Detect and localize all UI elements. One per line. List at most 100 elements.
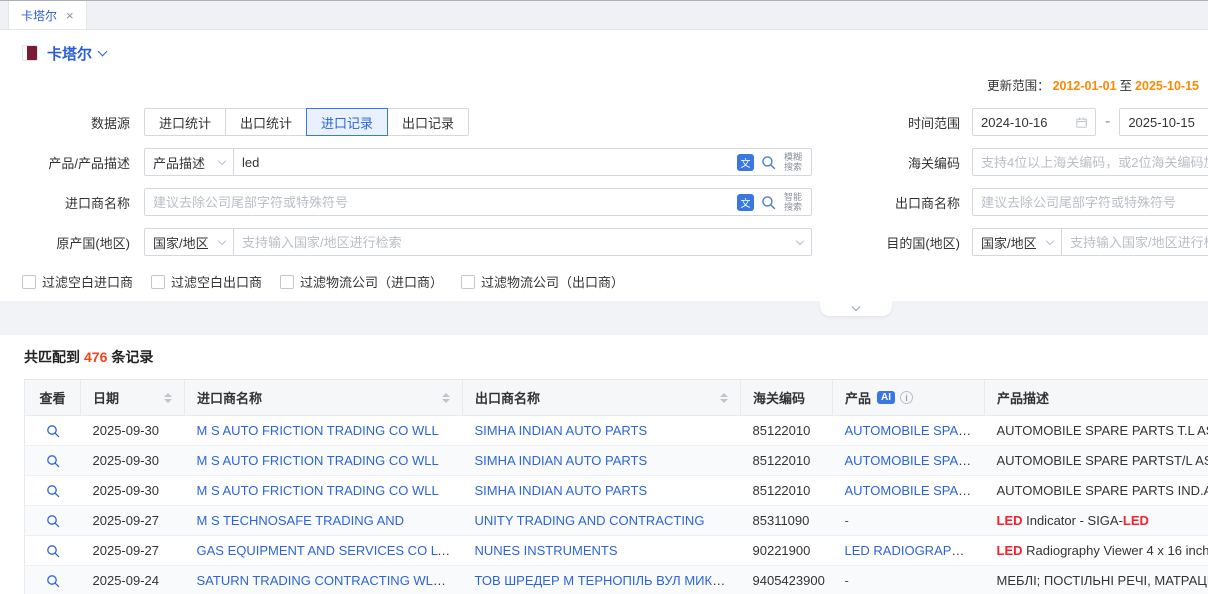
checkbox-filter-blank-importer[interactable]: 过滤空白进口商 [22,272,133,291]
translate-icon[interactable]: 文 [737,194,754,211]
hs-code-cell: 85122010 [741,476,833,506]
product-link[interactable]: LED RADIOGRAPHY VI... [845,543,985,558]
importer-link[interactable]: M S AUTO FRICTION TRADING CO WLL [197,423,439,438]
exporter-link[interactable]: ТОВ ШРЕДЕР М ТЕРНОПІЛЬ ВУЛ МИКУЛИ... [475,573,741,588]
exporter-link[interactable]: UNITY TRADING AND CONTRACTING [475,513,705,528]
importer-link[interactable]: SATURN TRADING CONTRACTING WLL BUI... [197,573,463,588]
tab-label: 卡塔尔 [21,7,57,24]
desc-cell: AUTOMOBILE SPARE PARTS IND.ASS... [985,476,1208,506]
form-row-origin: 原产国(地区) 国家/地区 目的国(地区) 国家/地区 [0,228,1208,256]
col-header-exporter: 出口商名称 [463,380,741,416]
country-chevron-down-icon[interactable] [98,46,108,56]
view-magnifier-icon[interactable] [46,514,60,528]
importer-search-input[interactable] [145,189,737,215]
date-from-input[interactable] [972,108,1096,136]
fuzzy-search-label[interactable]: 模糊搜索 [783,152,803,173]
origin-country-field [233,228,812,256]
translate-icon[interactable]: 文 [737,154,754,171]
product-cell: AUTOMOBILE SPARE P... [833,416,985,446]
sort-icons[interactable] [164,393,172,403]
view-magnifier-icon[interactable] [46,484,60,498]
smart-search-label[interactable]: 智能搜索 [783,192,803,213]
view-cell[interactable] [25,536,81,566]
view-cell[interactable] [25,416,81,446]
results-summary: 共匹配到476条记录 [24,347,1208,367]
sort-icons[interactable] [720,393,728,403]
col-label: 日期 [93,388,119,407]
hs-code-cell: 85122010 [741,446,833,476]
destination-country-select[interactable]: 国家/地区 [972,228,1062,256]
checkbox-filter-blank-exporter[interactable]: 过滤空白出口商 [151,272,262,291]
results-table: 查看 日期 进口商名称 出口商名称 海关编码 产品AIi 产品描述 [24,379,1208,594]
origin-country-select[interactable]: 国家/地区 [144,228,234,256]
view-magnifier-icon[interactable] [46,544,60,558]
date-to-input[interactable] [1119,108,1208,136]
sort-icons[interactable] [442,393,450,403]
product-label: 产品/产品描述 [0,153,144,172]
exporter-link[interactable]: SIMHA INDIAN AUTO PARTS [475,423,648,438]
view-magnifier-icon[interactable] [46,454,60,468]
view-magnifier-icon[interactable] [46,574,60,588]
btn-import-records[interactable]: 进口记录 [306,108,388,136]
importer-cell: M S AUTO FRICTION TRADING CO WLL [185,416,463,446]
update-range-prefix: 更新范围： [987,79,1050,93]
view-cell[interactable] [25,506,81,536]
product-field-select[interactable]: 产品描述 [144,148,234,176]
app: 卡塔尔 × 卡塔尔 更新范围：2012-01-01至2025-10-15 数据源… [0,0,1208,594]
btn-export-statistics[interactable]: 出口统计 [225,108,307,136]
importer-link[interactable]: M S AUTO FRICTION TRADING CO WLL [197,483,439,498]
importer-link[interactable]: M S TECHNOSAFE TRADING AND [197,513,405,528]
product-field-select-value: 产品描述 [153,153,205,172]
view-cell[interactable] [25,566,81,594]
calendar-icon [1076,116,1087,129]
btn-export-records[interactable]: 出口记录 [387,108,469,136]
destination-country-input[interactable] [1062,229,1208,255]
exporter-link[interactable]: SIMHA INDIAN AUTO PARTS [475,453,648,468]
checkbox-icon[interactable] [151,275,165,289]
exporter-search-input[interactable] [972,188,1208,216]
smart-search-icon[interactable] [761,195,776,210]
product-link[interactable]: AUTOMOBILE SPARE P... [845,423,985,438]
hs-code-input[interactable] [972,148,1208,176]
checkbox-filter-logistics-exporter[interactable]: 过滤物流公司（出口商） [461,272,624,291]
fuzzy-search-icon[interactable] [761,155,776,170]
info-icon[interactable]: i [900,391,913,404]
tab-qatar[interactable]: 卡塔尔 × [8,1,87,29]
desc-segment: МЕБЛІ; ПОСТІЛЬНІ РЕЧІ, МАТРАЦИ,... [997,573,1208,588]
update-range-start-date: 2012-01-01 [1053,79,1117,93]
collapse-filters-tab[interactable] [820,301,892,316]
origin-country-input[interactable] [234,229,797,255]
view-magnifier-icon[interactable] [46,424,60,438]
table-row: 2025-09-30M S AUTO FRICTION TRADING CO W… [25,476,1208,506]
col-label: 出口商名称 [475,388,540,407]
destination-country-field [1061,228,1208,256]
checkbox-filter-logistics-importer[interactable]: 过滤物流公司（进口商） [280,272,443,291]
importer-link[interactable]: M S AUTO FRICTION TRADING CO WLL [197,453,439,468]
destination-country-select-value: 国家/地区 [981,233,1037,252]
btn-import-statistics[interactable]: 进口统计 [144,108,226,136]
checkbox-label: 过滤物流公司（出口商） [481,272,624,291]
checkbox-icon[interactable] [280,275,294,289]
product-link[interactable]: AUTOMOBILE SPARE P... [845,483,985,498]
product-cell: AUTOMOBILE SPARE P... [833,446,985,476]
hs-code-cell: 85122010 [741,416,833,446]
view-cell[interactable] [25,476,81,506]
date-to-value[interactable] [1128,115,1208,130]
product-empty: - [845,573,849,588]
view-cell[interactable] [25,446,81,476]
date-from-value[interactable] [981,115,1072,130]
importer-link[interactable]: GAS EQUIPMENT AND SERVICES CO LTD [197,543,455,558]
date-cell: 2025-09-27 [81,506,185,536]
tab-close-icon[interactable]: × [66,8,74,23]
chevron-down-icon [218,156,226,164]
checkbox-icon[interactable] [22,275,36,289]
product-link[interactable]: AUTOMOBILE SPARE P... [845,453,985,468]
col-label: 产品 [845,388,871,407]
importer-cell: GAS EQUIPMENT AND SERVICES CO LTD [185,536,463,566]
importer-cell: SATURN TRADING CONTRACTING WLL BUI... [185,566,463,594]
hs-code-cell: 85311090 [741,506,833,536]
exporter-link[interactable]: NUNES INSTRUMENTS [475,543,618,558]
product-search-input[interactable] [234,149,737,175]
checkbox-icon[interactable] [461,275,475,289]
exporter-link[interactable]: SIMHA INDIAN AUTO PARTS [475,483,648,498]
